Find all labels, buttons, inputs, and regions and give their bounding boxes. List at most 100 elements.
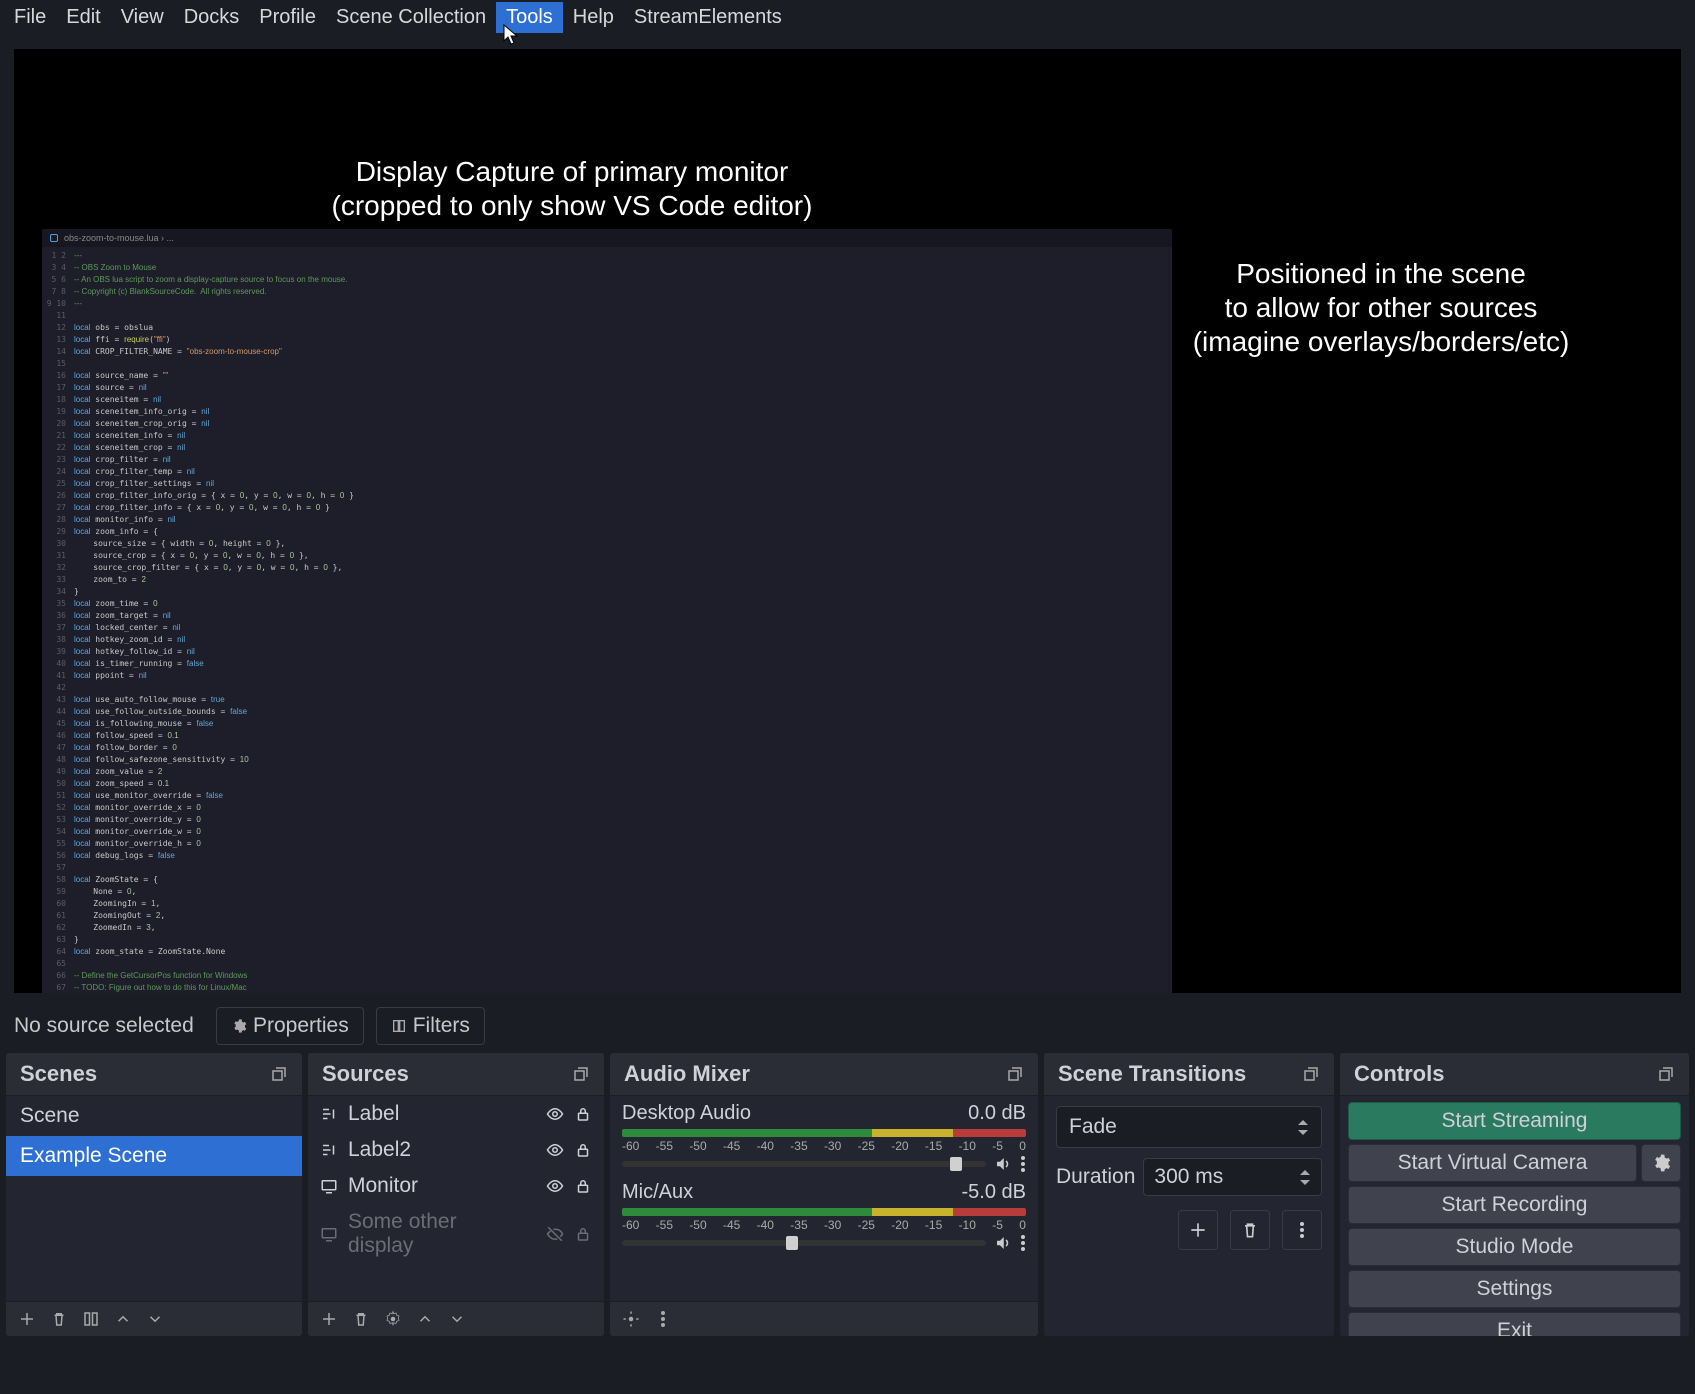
- remove-scene-button[interactable]: [48, 1308, 70, 1330]
- move-source-down-button[interactable]: [446, 1308, 468, 1330]
- settings-button[interactable]: Settings: [1348, 1270, 1681, 1308]
- lock-toggle[interactable]: [574, 1225, 592, 1243]
- source-name: Monitor: [348, 1174, 418, 1198]
- transition-select[interactable]: Fade: [1056, 1106, 1322, 1148]
- source-item[interactable]: Label2: [308, 1132, 604, 1168]
- scenes-title: Scenes: [20, 1061, 97, 1087]
- properties-button[interactable]: Properties: [216, 1007, 364, 1045]
- move-scene-down-button[interactable]: [144, 1308, 166, 1330]
- volume-slider[interactable]: [622, 1161, 986, 1167]
- duration-spinner-icon: [1299, 1169, 1311, 1186]
- source-item[interactable]: Label: [308, 1096, 604, 1132]
- popout-icon[interactable]: [1657, 1065, 1675, 1083]
- channel-name: Desktop Audio: [622, 1102, 751, 1125]
- duration-input[interactable]: 300 ms: [1143, 1158, 1322, 1196]
- transitions-title: Scene Transitions: [1058, 1061, 1246, 1087]
- menu-edit[interactable]: Edit: [56, 2, 110, 33]
- overlay1-line1: Display Capture of primary monitor: [282, 155, 862, 189]
- overlay2-line3: (imagine overlays/borders/etc): [1171, 325, 1591, 359]
- filters-button[interactable]: Filters: [376, 1007, 485, 1045]
- menu-file[interactable]: File: [4, 2, 56, 33]
- preview-canvas[interactable]: Display Capture of primary monitor (crop…: [14, 49, 1681, 993]
- menu-help[interactable]: Help: [563, 2, 624, 33]
- source-item[interactable]: Some other display: [308, 1204, 604, 1264]
- sources-footer: [308, 1301, 604, 1336]
- menu-tools[interactable]: Tools: [496, 2, 563, 33]
- docks-row: Scenes SceneExample Scene Sources LabelL…: [0, 1053, 1695, 1342]
- add-scene-button[interactable]: [16, 1308, 38, 1330]
- source-item[interactable]: Monitor: [308, 1168, 604, 1204]
- mixer-menu-button[interactable]: [652, 1308, 674, 1330]
- scene-item[interactable]: Example Scene: [6, 1136, 302, 1176]
- channel-menu-button[interactable]: [1020, 1155, 1026, 1173]
- source-type-icon: [320, 1177, 338, 1195]
- sources-list[interactable]: LabelLabel2 Monitor Some other display: [308, 1096, 604, 1301]
- exit-button[interactable]: Exit: [1348, 1312, 1681, 1336]
- transitions-body: Fade Duration 300 ms: [1044, 1096, 1334, 1336]
- add-source-button[interactable]: [318, 1308, 340, 1330]
- vscode-editor: 1 2 3 4 5 6 7 8 9 10 11 12 13 14 15 16 1…: [42, 247, 1172, 993]
- mixer-header: Audio Mixer: [610, 1053, 1038, 1096]
- menu-docks[interactable]: Docks: [174, 2, 250, 33]
- filters-icon: [391, 1018, 407, 1034]
- source-status-text: No source selected: [14, 1014, 204, 1038]
- visibility-toggle[interactable]: [546, 1177, 564, 1195]
- visibility-toggle[interactable]: [546, 1105, 564, 1123]
- popout-icon[interactable]: [1006, 1065, 1024, 1083]
- controls-header: Controls: [1340, 1053, 1689, 1096]
- vscode-title-bar: obs-zoom-to-mouse.lua › ...: [42, 229, 1172, 247]
- speaker-icon[interactable]: [994, 1155, 1012, 1173]
- studio-mode-button[interactable]: Studio Mode: [1348, 1228, 1681, 1266]
- channel-menu-button[interactable]: [1020, 1234, 1026, 1252]
- source-toolbar: No source selected Properties Filters: [0, 999, 1695, 1053]
- scene-item[interactable]: Scene: [6, 1096, 302, 1136]
- scenes-list[interactable]: SceneExample Scene: [6, 1096, 302, 1301]
- lock-toggle[interactable]: [574, 1105, 592, 1123]
- menu-profile[interactable]: Profile: [249, 2, 326, 33]
- sources-header: Sources: [308, 1053, 604, 1096]
- volume-slider[interactable]: [622, 1240, 986, 1246]
- menubar: FileEditViewDocksProfileScene Collection…: [0, 0, 1695, 35]
- source-type-icon: [320, 1225, 338, 1243]
- start-streaming-button[interactable]: Start Streaming: [1348, 1102, 1681, 1140]
- source-settings-button[interactable]: [382, 1308, 404, 1330]
- transition-menu-button[interactable]: [1282, 1210, 1322, 1250]
- channel-db: 0.0 dB: [968, 1102, 1026, 1125]
- popout-icon[interactable]: [572, 1065, 590, 1083]
- mixer-channel: Mic/Aux-5.0 dB-60-55-50-45-40-35-30-25-2…: [610, 1175, 1038, 1254]
- remove-transition-button[interactable]: [1230, 1210, 1270, 1250]
- menu-streamelements[interactable]: StreamElements: [624, 2, 792, 33]
- scene-filter-button[interactable]: [80, 1308, 102, 1330]
- start-recording-button[interactable]: Start Recording: [1348, 1186, 1681, 1224]
- source-type-icon: [320, 1141, 338, 1159]
- popout-icon[interactable]: [270, 1065, 288, 1083]
- lock-toggle[interactable]: [574, 1177, 592, 1195]
- lock-toggle[interactable]: [574, 1141, 592, 1159]
- menu-view[interactable]: View: [111, 2, 174, 33]
- speaker-icon[interactable]: [994, 1234, 1012, 1252]
- menu-scene-collection[interactable]: Scene Collection: [326, 2, 496, 33]
- move-scene-up-button[interactable]: [112, 1308, 134, 1330]
- virtual-camera-settings-button[interactable]: [1641, 1144, 1681, 1182]
- overlay1-line2: (cropped to only show VS Code editor): [282, 189, 862, 223]
- advanced-audio-button[interactable]: [620, 1308, 642, 1330]
- overlay-caption-2: Positioned in the scene to allow for oth…: [1171, 257, 1591, 359]
- mixer-channels: Desktop Audio 0.0 dB -60-55-50-45-40-35-30…: [610, 1096, 1038, 1301]
- overlay2-line1: Positioned in the scene: [1171, 257, 1591, 291]
- transition-selected: Fade: [1069, 1115, 1117, 1139]
- visibility-toggle[interactable]: [546, 1225, 564, 1243]
- transitions-panel: Scene Transitions Fade Duration 300 ms: [1044, 1053, 1334, 1336]
- meter-ticks: -60-55-50-45-40-35-30-25-20-15-10-50: [622, 1218, 1026, 1232]
- select-spinner-icon: [1297, 1119, 1309, 1136]
- move-source-up-button[interactable]: [414, 1308, 436, 1330]
- visibility-toggle[interactable]: [546, 1141, 564, 1159]
- popout-icon[interactable]: [1302, 1065, 1320, 1083]
- start-virtual-camera-button[interactable]: Start Virtual Camera: [1348, 1144, 1637, 1182]
- add-transition-button[interactable]: [1178, 1210, 1218, 1250]
- controls-body: Start Streaming Start Virtual Camera Sta…: [1340, 1096, 1689, 1336]
- vscode-tab-name: obs-zoom-to-mouse.lua › ...: [64, 233, 174, 243]
- remove-source-button[interactable]: [350, 1308, 372, 1330]
- meter-ticks: -60-55-50-45-40-35-30-25-20-15-10-50: [622, 1139, 1026, 1153]
- scenes-footer: [6, 1301, 302, 1336]
- source-type-icon: [320, 1105, 338, 1123]
